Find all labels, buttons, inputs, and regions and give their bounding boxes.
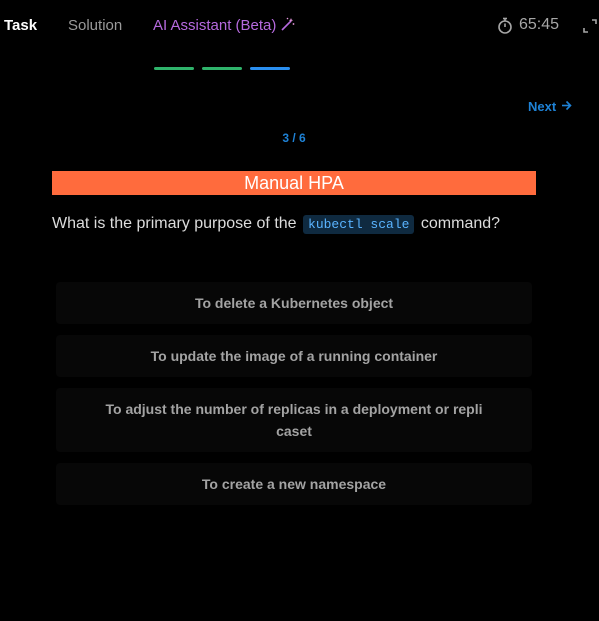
progress-indicator (154, 67, 290, 70)
question-counter: 3 / 6 (282, 131, 306, 145)
timer: 65:45 (497, 16, 559, 34)
tab-ai-assistant-label: AI Assistant (Beta) (153, 17, 277, 34)
next-button[interactable]: Next (528, 99, 572, 114)
progress-segment (154, 67, 194, 70)
answer-option[interactable]: To delete a Kubernetes object (56, 282, 532, 324)
top-bar: Task Solution AI Assistant (Beta) 65:45 (0, 0, 599, 52)
question-title: Manual HPA (52, 171, 536, 195)
magic-wand-icon (280, 17, 295, 37)
arrow-right-icon (561, 99, 572, 114)
answer-option[interactable]: To update the image of a running contain… (56, 335, 532, 377)
timer-value: 65:45 (519, 16, 560, 33)
tab-task[interactable]: Task (4, 17, 37, 35)
stopwatch-icon (497, 17, 513, 34)
inline-code: kubectl scale (303, 215, 415, 234)
progress-segment (250, 67, 290, 70)
expand-icon[interactable] (583, 19, 597, 33)
answer-option[interactable]: To adjust the number of replicas in a de… (56, 388, 532, 452)
progress-segment (202, 67, 242, 70)
answer-option[interactable]: To create a new namespace (56, 463, 532, 505)
question-prefix: What is the primary purpose of the (52, 215, 297, 232)
question-suffix: command? (420, 215, 501, 232)
tab-solution[interactable]: Solution (68, 17, 122, 35)
tab-ai-assistant[interactable]: AI Assistant (Beta) (153, 17, 295, 37)
question-text: What is the primary purpose of the kubec… (52, 213, 552, 236)
next-label: Next (528, 99, 557, 114)
answer-options: To delete a Kubernetes object To update … (56, 282, 532, 516)
